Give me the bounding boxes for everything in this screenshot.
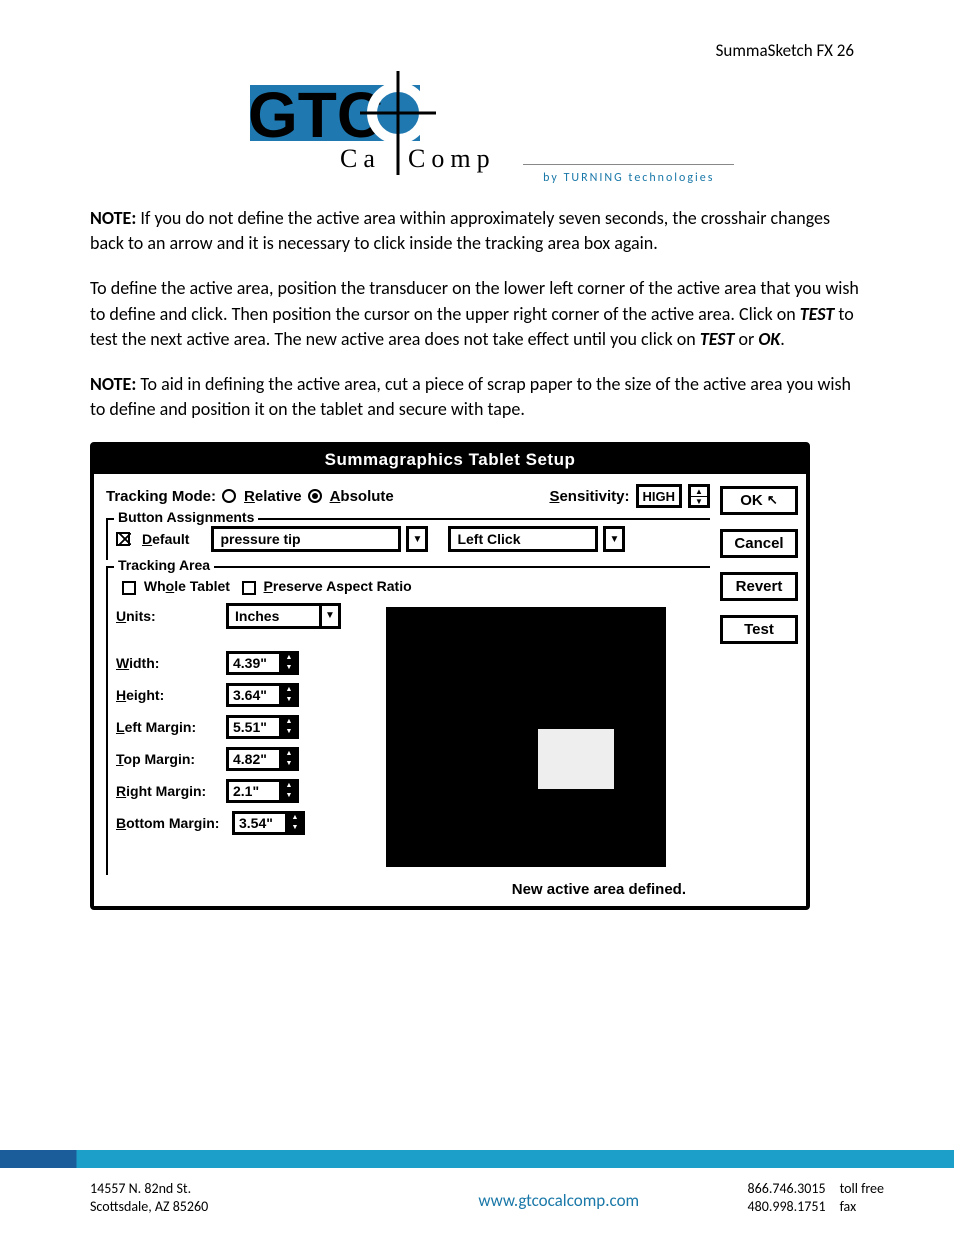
tracking-mode-label: Tracking Mode: <box>106 488 216 505</box>
footer-url[interactable]: www.gtcocalcomp.com <box>370 1180 748 1211</box>
dialog-title: Summagraphics Tablet Setup <box>94 446 806 474</box>
svg-text:GTC: GTC <box>248 79 383 151</box>
top-margin-label: Top Margin: <box>116 751 226 767</box>
top-margin-input[interactable]: 4.82" <box>226 747 282 771</box>
gtco-logo-icon: GTC Ca Comp <box>220 71 520 181</box>
dropdown-icon[interactable]: ▼ <box>603 526 625 552</box>
bottom-margin-spinner[interactable]: ▲▼ <box>285 811 305 835</box>
default-label: Default <box>142 531 189 547</box>
page-header: SummaSketch FX 26 <box>90 40 864 61</box>
revert-button[interactable]: Revert <box>720 572 798 601</box>
footer-divider <box>0 1150 954 1168</box>
bottom-margin-label: Bottom Margin: <box>116 815 232 831</box>
units-label: Units: <box>116 608 226 624</box>
note-paragraph-1: NOTE: If you do not define the active ar… <box>90 206 864 256</box>
footer-phones: 866.746.3015 480.998.1751 toll free fax <box>748 1180 884 1216</box>
height-spinner[interactable]: ▲▼ <box>279 683 299 707</box>
relative-radio[interactable] <box>222 489 236 503</box>
brand-text-1: Ca <box>340 144 381 173</box>
width-label: Width: <box>116 655 226 671</box>
sensitivity-label: Sensitivity: <box>549 488 629 505</box>
sensitivity-field[interactable]: HIGH <box>636 484 683 508</box>
button-assignments-group: Button Assignments Default pressure tip … <box>106 518 710 560</box>
dropdown-icon[interactable]: ▼ <box>406 526 428 552</box>
tablet-setup-dialog: Summagraphics Tablet Setup Tracking Mode… <box>90 442 810 909</box>
test-button[interactable]: Test <box>720 615 798 644</box>
sensitivity-spinner[interactable]: ▲▼ <box>688 484 710 508</box>
footer-address: 14557 N. 82nd St. Scottsdale, AZ 85260 <box>90 1180 370 1216</box>
dropdown-icon[interactable]: ▼ <box>319 603 341 629</box>
left-margin-input[interactable]: 5.51" <box>226 715 282 739</box>
top-margin-spinner[interactable]: ▲▼ <box>279 747 299 771</box>
tracking-area-preview[interactable] <box>386 607 666 867</box>
absolute-label: Absolute <box>330 488 394 505</box>
left-margin-label: Left Margin: <box>116 719 226 735</box>
note-label: NOTE: <box>90 373 136 395</box>
bottom-margin-input[interactable]: 3.54" <box>232 811 288 835</box>
status-message: New active area defined. <box>106 881 710 898</box>
whole-tablet-label: Whole Tablet <box>144 578 230 594</box>
note-paragraph-2: NOTE: To aid in defining the active area… <box>90 372 864 422</box>
cancel-button[interactable]: Cancel <box>720 529 798 558</box>
units-combo[interactable]: Inches <box>226 603 322 629</box>
preserve-aspect-label: Preserve Aspect Ratio <box>264 578 412 594</box>
default-checkbox[interactable] <box>116 532 130 546</box>
page-footer: 14557 N. 82nd St. Scottsdale, AZ 85260 w… <box>0 1168 954 1246</box>
height-label: Height: <box>116 687 226 703</box>
whole-tablet-checkbox[interactable] <box>122 581 136 595</box>
brand-subtitle: by TURNING technologies <box>523 164 734 185</box>
absolute-radio[interactable] <box>308 489 322 503</box>
cursor-icon: ↖ <box>767 493 778 506</box>
brand-logo: GTC Ca Comp by TURNING technologies <box>90 71 864 186</box>
height-input[interactable]: 3.64" <box>226 683 282 707</box>
tracking-area-group: Tracking Area Whole Tablet Preserve Aspe… <box>106 566 710 874</box>
right-margin-label: Right Margin: <box>116 783 226 799</box>
brand-text-2: Comp <box>408 144 496 173</box>
relative-label: RRelativeelative <box>244 488 302 505</box>
active-area-rect <box>536 727 616 791</box>
right-margin-spinner[interactable]: ▲▼ <box>279 779 299 803</box>
ok-button[interactable]: OK ↖ <box>720 486 798 515</box>
left-margin-spinner[interactable]: ▲▼ <box>279 715 299 739</box>
right-margin-input[interactable]: 2.1" <box>226 779 282 803</box>
width-input[interactable]: 4.39" <box>226 651 282 675</box>
button-combo-1[interactable]: pressure tip <box>211 526 401 552</box>
button-combo-2[interactable]: Left Click <box>448 526 598 552</box>
width-spinner[interactable]: ▲▼ <box>279 651 299 675</box>
preserve-aspect-checkbox[interactable] <box>242 581 256 595</box>
instruction-paragraph: To define the active area, position the … <box>90 276 864 352</box>
note-label: NOTE: <box>90 207 136 229</box>
